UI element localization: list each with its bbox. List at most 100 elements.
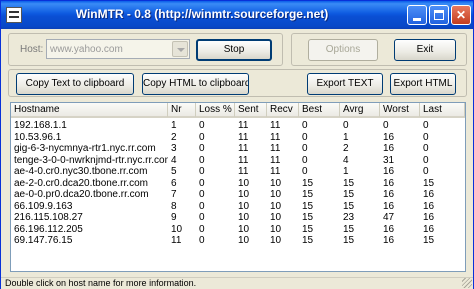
table-cell: 15 <box>343 223 355 235</box>
table-cell: 5 <box>171 166 177 177</box>
table-row[interactable]: 216.115.108.27 9 0 10 10 15 23 47 16 <box>11 212 465 223</box>
table-cell: 16 <box>423 223 435 235</box>
table-cell: 11 <box>238 143 249 154</box>
copy-html-button[interactable]: Copy HTML to clipboard <box>142 73 249 95</box>
table-cell: 10 <box>171 223 183 235</box>
results-list[interactable]: Hostname Nr Loss % Sent Recv Best Avrg Worst Las… <box>10 102 466 272</box>
column-header[interactable]: Avrg <box>340 103 380 117</box>
host-combobox[interactable]: www.yahoo.com <box>46 39 190 59</box>
minimize-button[interactable] <box>407 5 427 25</box>
stop-button[interactable]: Stop <box>196 39 272 61</box>
table-row[interactable]: tenge-3-0-0-nwrknjmd-rtr.nyc.rr.com 4 0 11 1… <box>11 155 465 166</box>
table-row[interactable]: 10.53.96.1 2 0 11 11 0 1 16 0 <box>11 132 465 143</box>
dropdown-arrow-icon[interactable] <box>172 41 188 57</box>
table-cell: 0 <box>302 166 308 177</box>
column-header[interactable]: Best <box>299 103 340 117</box>
minimize-icon <box>413 18 421 21</box>
table-cell: 11 <box>171 235 182 246</box>
table-cell: 16 <box>383 235 395 246</box>
copy-text-button[interactable]: Copy Text to clipboard <box>16 73 134 95</box>
table-cell: 0 <box>423 120 429 131</box>
table-cell: 15 <box>302 177 314 189</box>
table-row[interactable]: 192.168.1.1 1 0 11 11 0 0 0 0 <box>11 120 465 131</box>
table-cell: 16 <box>383 143 395 154</box>
table-row[interactable]: 69.147.76.15 11 0 10 10 15 15 16 15 <box>11 235 465 246</box>
table-cell: 10 <box>270 223 282 235</box>
table-cell: 15 <box>343 189 355 200</box>
hostname-cell: ae-2-0.cr0.dca20.tbone.rr.com <box>14 177 148 189</box>
options-button[interactable]: Options <box>308 39 378 61</box>
column-header[interactable]: Recv <box>267 103 299 117</box>
table-cell: 11 <box>238 154 249 166</box>
table-cell: 47 <box>383 212 395 223</box>
column-header[interactable]: Sent <box>235 103 267 117</box>
table-cell: 16 <box>423 189 435 200</box>
resize-grip-icon[interactable] <box>462 278 472 288</box>
table-cell: 11 <box>238 166 249 177</box>
table-cell: 15 <box>302 223 314 235</box>
table-cell: 10 <box>238 212 250 223</box>
table-cell: 0 <box>302 131 308 143</box>
table-cell: 11 <box>238 120 249 131</box>
column-header[interactable]: Loss % <box>196 103 235 117</box>
table-cell: 11 <box>270 120 281 131</box>
window-title: WinMTR - 0.8 (http://winmtr.sourceforge.… <box>75 7 329 21</box>
hostname-cell: ae-0-0.pr0.dca20.tbone.rr.com <box>14 189 149 200</box>
table-cell: 11 <box>270 154 281 166</box>
column-header[interactable]: Nr <box>168 103 196 117</box>
table-cell: 8 <box>171 200 177 212</box>
table-cell: 16 <box>423 212 435 223</box>
table-cell: 10 <box>270 177 282 189</box>
table-row[interactable]: ae-4-0.cr0.nyc30.tbone.rr.com 5 0 11 11 0 1 16 0 <box>11 166 465 177</box>
table-cell: 10 <box>238 200 250 212</box>
table-cell: 16 <box>383 177 395 189</box>
maximize-button[interactable] <box>429 5 449 25</box>
table-cell: 10 <box>238 223 250 235</box>
table-cell: 15 <box>423 235 435 246</box>
hostname-cell: 66.196.112.205 <box>14 223 83 235</box>
list-header: Hostname Nr Loss % Sent Recv Best Avrg Worst Las… <box>11 103 465 118</box>
table-cell: 0 <box>199 177 205 189</box>
export-text-button[interactable]: Export TEXT <box>307 73 383 95</box>
table-row[interactable]: gig-6-3-nycmnya-rtr1.nyc.rr.com 3 0 11 11 0 2 1… <box>11 143 465 154</box>
column-header[interactable]: Worst <box>380 103 420 117</box>
table-cell: 15 <box>423 177 435 189</box>
close-button[interactable]: ✕ <box>451 5 471 25</box>
title-bar[interactable]: WinMTR - 0.8 (http://winmtr.sourceforge.… <box>1 1 473 29</box>
hostname-cell: 10.53.96.1 <box>14 131 62 143</box>
table-cell: 15 <box>343 200 355 212</box>
table-cell: 31 <box>383 154 395 166</box>
table-cell: 16 <box>383 131 395 143</box>
table-cell: 15 <box>343 177 355 189</box>
table-row[interactable]: ae-0-0.pr0.dca20.tbone.rr.com 7 0 10 10 15 15 1… <box>11 189 465 200</box>
hostname-cell: 216.115.108.27 <box>14 212 83 223</box>
table-row[interactable]: 66.109.9.163 8 0 10 10 15 15 16 16 <box>11 201 465 212</box>
hostname-cell: tenge-3-0-0-nwrknjmd-rtr.nyc.rr.com <box>14 154 168 166</box>
hostname-cell: 69.147.76.15 <box>14 235 73 246</box>
table-cell: 0 <box>423 154 429 166</box>
column-header[interactable]: Last <box>420 103 465 117</box>
table-cell: 1 <box>343 131 349 143</box>
table-cell: 16 <box>383 189 395 200</box>
host-value: www.yahoo.com <box>50 44 123 55</box>
table-cell: 0 <box>199 200 205 212</box>
table-row[interactable]: ae-2-0.cr0.dca20.tbone.rr.com 6 0 10 10 15 15 1… <box>11 178 465 189</box>
status-bar: Double click on host name for more infor… <box>1 277 473 289</box>
table-cell: 15 <box>302 235 314 246</box>
table-cell: 0 <box>302 143 308 154</box>
table-cell: 0 <box>199 120 205 131</box>
column-header[interactable]: Hostname <box>11 103 168 117</box>
hostname-cell: 66.109.9.163 <box>14 200 73 212</box>
table-cell: 0 <box>383 120 389 131</box>
table-cell: 0 <box>199 154 205 166</box>
export-html-button[interactable]: Export HTML <box>390 73 456 95</box>
table-cell: 11 <box>238 131 249 143</box>
table-cell: 11 <box>270 131 281 143</box>
table-cell: 0 <box>302 154 308 166</box>
table-row[interactable]: 66.196.112.205 10 0 10 10 15 15 16 16 <box>11 224 465 235</box>
table-cell: 16 <box>383 200 395 212</box>
exit-button[interactable]: Exit <box>394 39 456 61</box>
table-cell: 10 <box>270 212 282 223</box>
table-cell: 23 <box>343 212 355 223</box>
table-cell: 6 <box>171 177 177 189</box>
